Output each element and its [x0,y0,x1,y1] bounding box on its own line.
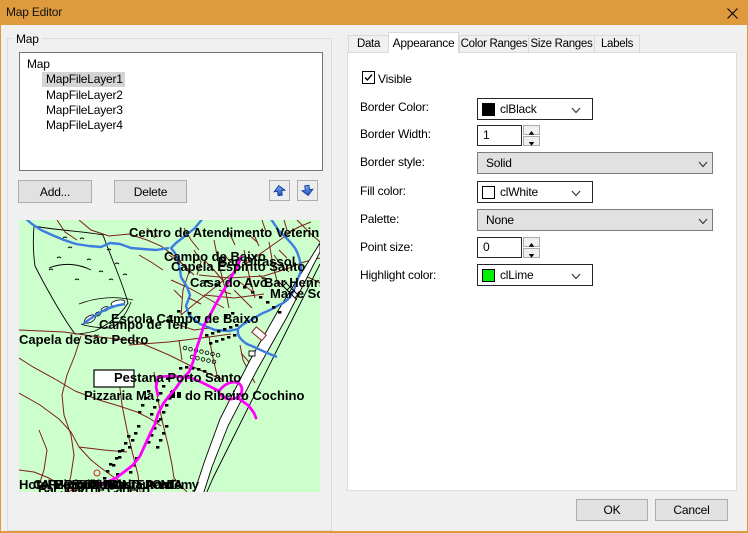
svg-text:Capela de São Pedro: Capela de São Pedro [19,332,148,347]
svg-text:do: do [185,388,201,403]
svg-text:Bar Joau de Cabeco: Bar Joau de Cabeco [38,482,150,492]
svg-text:Pizzaria Ma: Pizzaria Ma [84,388,155,403]
svg-text:Centro de Atendimento Veterin: Centro de Atendimento Veterin [129,225,319,240]
svg-text:Pestana Porto Santo: Pestana Porto Santo [114,370,241,385]
svg-text:Mar e So: Mar e So [270,286,320,301]
svg-text:Casa do Avô: Casa do Avô [190,275,268,290]
svg-text:Campo de Ten: Campo de Ten [99,317,188,332]
svg-text:Capela Espírito Santo: Capela Espírito Santo [171,259,305,274]
svg-text:Ribeiro Cochino: Ribeiro Cochino [204,388,304,403]
